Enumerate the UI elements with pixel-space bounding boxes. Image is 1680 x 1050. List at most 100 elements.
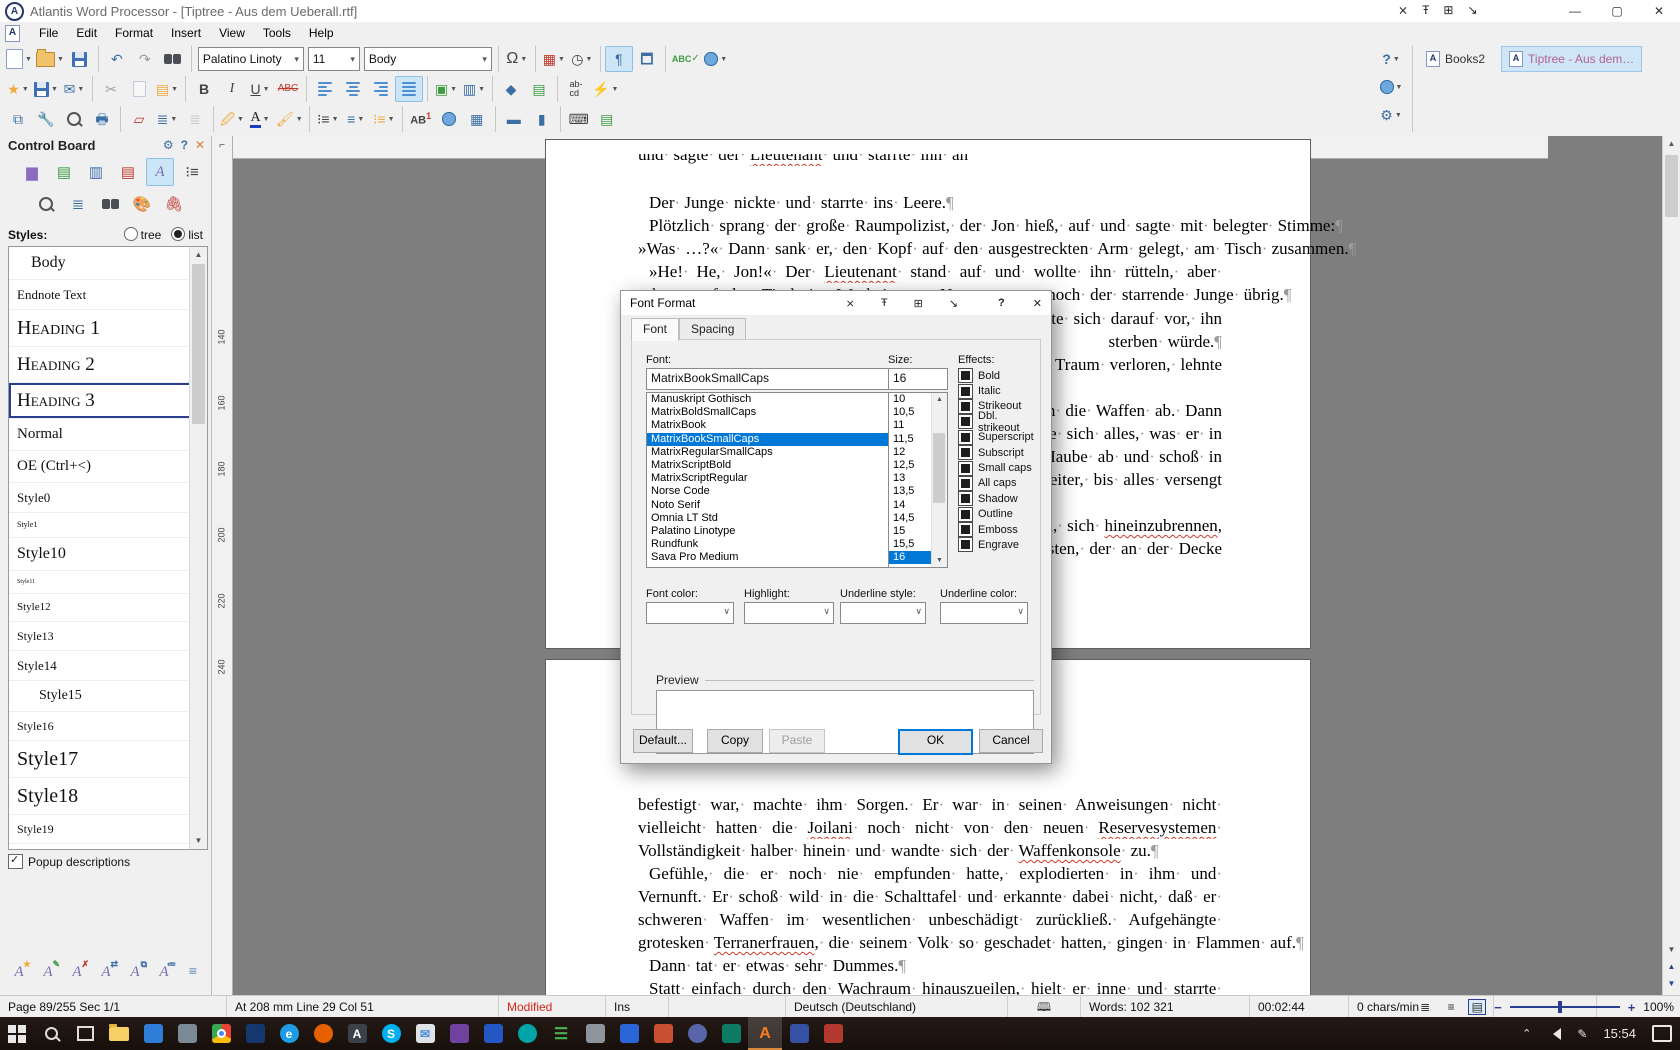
app-icon-1[interactable] xyxy=(136,1017,170,1050)
special-character-button[interactable]: Ω▼ xyxy=(503,46,531,72)
copy-button-dialog[interactable]: Copy xyxy=(707,729,763,753)
skype-icon[interactable]: S xyxy=(374,1017,408,1050)
font-list-item[interactable]: Norse Code xyxy=(647,485,905,498)
style-item[interactable]: OE (Ctrl+<) xyxy=(9,451,207,483)
hyphenation-button[interactable]: ab-cd xyxy=(562,76,590,102)
style-item[interactable]: Style11 xyxy=(9,571,207,594)
document-tools-button[interactable]: 🔧 xyxy=(32,106,60,132)
task-view-icon[interactable] xyxy=(68,1017,102,1050)
notifications-icon[interactable] xyxy=(1652,1025,1672,1042)
font-list-item[interactable]: MatrixBook xyxy=(647,419,905,432)
ok-button[interactable]: OK xyxy=(898,729,973,755)
align-center-button[interactable] xyxy=(339,76,367,102)
font-listbox[interactable]: Manuskript GothischMatrixBoldSmallCapsMa… xyxy=(646,392,906,568)
menu-insert[interactable]: Insert xyxy=(162,22,210,44)
web-view-button[interactable]: ≡ xyxy=(1442,999,1460,1015)
app-icon-3[interactable] xyxy=(238,1017,272,1050)
add-window-icon[interactable]: ⊞ xyxy=(1443,3,1453,17)
line-numbers-button[interactable]: ≣ xyxy=(181,106,209,132)
font-color-button[interactable]: A▼ xyxy=(246,106,274,132)
draft-view-button[interactable]: ≣ xyxy=(1416,999,1434,1015)
read-mode-button[interactable]: ⧉ xyxy=(4,106,32,132)
style-item[interactable]: Style19 xyxy=(9,815,207,844)
document-scrollbar[interactable]: ▲ ▼ ▲ ▼ xyxy=(1662,136,1680,995)
app-icon-6[interactable] xyxy=(476,1017,510,1050)
underline-color-combo[interactable]: ∨ xyxy=(940,602,1028,624)
app-icon-8[interactable]: ☰ xyxy=(544,1017,578,1050)
new-style-button[interactable]: A★ xyxy=(6,958,32,986)
style-item[interactable]: Style18 xyxy=(9,778,207,815)
app-icon-4[interactable]: A xyxy=(340,1017,374,1050)
panel-close-icon[interactable]: ✕ xyxy=(195,138,205,152)
font-list-item[interactable]: Manuskript Gothisch xyxy=(647,393,905,406)
style-item[interactable]: Style10 xyxy=(9,538,207,571)
home-page-button[interactable]: ▼ xyxy=(1372,74,1410,100)
style-combo[interactable]: Body▾ xyxy=(364,47,492,71)
vertical-ruler-button[interactable]: ▮ xyxy=(528,106,556,132)
font-list-item[interactable]: MatrixRegularSmallCaps xyxy=(647,446,905,459)
dialog-resize-icon[interactable]: ↘ xyxy=(949,297,958,310)
styles-scrollbar[interactable]: ▲ ▼ xyxy=(189,247,207,849)
app-icon-5[interactable] xyxy=(442,1017,476,1050)
font-list-item[interactable]: Palatino Linotype xyxy=(647,525,905,538)
effect-checkbox[interactable]: Italic xyxy=(958,383,1038,398)
style-item[interactable]: Heading 1 xyxy=(9,310,207,347)
style-item[interactable]: Style16 xyxy=(9,712,207,741)
save-as-button[interactable]: ▼ xyxy=(32,76,60,102)
size-list-scrollbar[interactable]: ▲ ▼ xyxy=(931,393,947,567)
style-item[interactable]: Endnote Text xyxy=(9,280,207,310)
font-list-item[interactable]: MatrixBookSmallCaps xyxy=(647,433,905,446)
paragraph-panel-icon[interactable]: ≣ xyxy=(64,190,92,218)
effect-checkbox[interactable]: Emboss xyxy=(958,522,1038,537)
eraser-button[interactable]: ▱ xyxy=(125,106,153,132)
menu-edit[interactable]: Edit xyxy=(67,22,106,44)
zoom-out-button[interactable]: − xyxy=(1494,1000,1502,1015)
app-icon-12[interactable] xyxy=(680,1017,714,1050)
taskbar-clock[interactable]: 15:54 xyxy=(1603,1026,1636,1041)
menu-file[interactable]: File xyxy=(30,22,67,44)
find-button[interactable] xyxy=(159,46,187,72)
clipboard-panel-icon[interactable]: ▆ xyxy=(18,158,46,186)
tray-chevron-icon[interactable]: ⌃ xyxy=(1522,1027,1531,1040)
print-button[interactable]: 🖶 xyxy=(88,106,116,132)
bold-button[interactable]: B xyxy=(190,76,218,102)
font-list-item[interactable]: MatrixScriptBold xyxy=(647,459,905,472)
font-list-item[interactable]: MatrixBoldSmallCaps xyxy=(647,406,905,419)
undo-button[interactable]: ↶ xyxy=(103,46,131,72)
copy-button[interactable] xyxy=(125,76,153,102)
mail-icon[interactable]: ✉ xyxy=(408,1017,442,1050)
style-item[interactable]: Style14 xyxy=(9,651,207,681)
dialog-close-icon[interactable]: ✕ xyxy=(1033,297,1042,310)
minimize-button[interactable]: — xyxy=(1554,0,1596,22)
align-right-button[interactable] xyxy=(367,76,395,102)
edit-style-button[interactable]: A✎ xyxy=(35,958,61,986)
page-layout-button[interactable]: ▤ xyxy=(525,76,553,102)
popup-descriptions-checkbox[interactable]: Popup descriptions xyxy=(8,854,130,869)
app-icon-10[interactable] xyxy=(612,1017,646,1050)
effect-checkbox[interactable]: Dbl. strikeout xyxy=(958,414,1038,429)
app-icon-7[interactable] xyxy=(510,1017,544,1050)
style-item[interactable]: Body xyxy=(9,247,207,280)
app-icon-11[interactable] xyxy=(646,1017,680,1050)
close-button[interactable]: ✕ xyxy=(1638,0,1680,22)
insert-image-button[interactable]: ▣▼ xyxy=(432,76,460,102)
font-list-item[interactable]: Omnia LT Std xyxy=(647,512,905,525)
font-name-input[interactable]: MatrixBookSmallCaps xyxy=(646,368,906,390)
dialog-add-icon[interactable]: ⊞ xyxy=(914,297,923,310)
dialog-title-bar[interactable]: Font Format ⨯ Ŧ ⊞ ↘ ? ✕ xyxy=(621,291,1051,315)
style-options-button[interactable]: A≔ xyxy=(151,958,177,986)
start-button[interactable] xyxy=(0,1017,34,1050)
app-icon-9[interactable] xyxy=(578,1017,612,1050)
zoom-panel-icon[interactable] xyxy=(32,190,60,218)
menu-tools[interactable]: Tools xyxy=(254,22,300,44)
doc-tab[interactable]: ABooks2 xyxy=(1418,46,1493,72)
font-list-item[interactable]: Noto Serif xyxy=(647,499,905,512)
menu-help[interactable]: Help xyxy=(300,22,343,44)
effect-checkbox[interactable]: Superscript xyxy=(958,430,1038,445)
zoom-slider[interactable] xyxy=(1510,1006,1620,1008)
file-explorer-icon[interactable] xyxy=(102,1017,136,1050)
tab-font[interactable]: Font xyxy=(631,318,679,341)
effect-checkbox[interactable]: Outline xyxy=(958,507,1038,522)
atlantis-icon[interactable]: A xyxy=(748,1017,782,1050)
settings-gears-button[interactable]: ⚙▼ xyxy=(1372,102,1410,128)
